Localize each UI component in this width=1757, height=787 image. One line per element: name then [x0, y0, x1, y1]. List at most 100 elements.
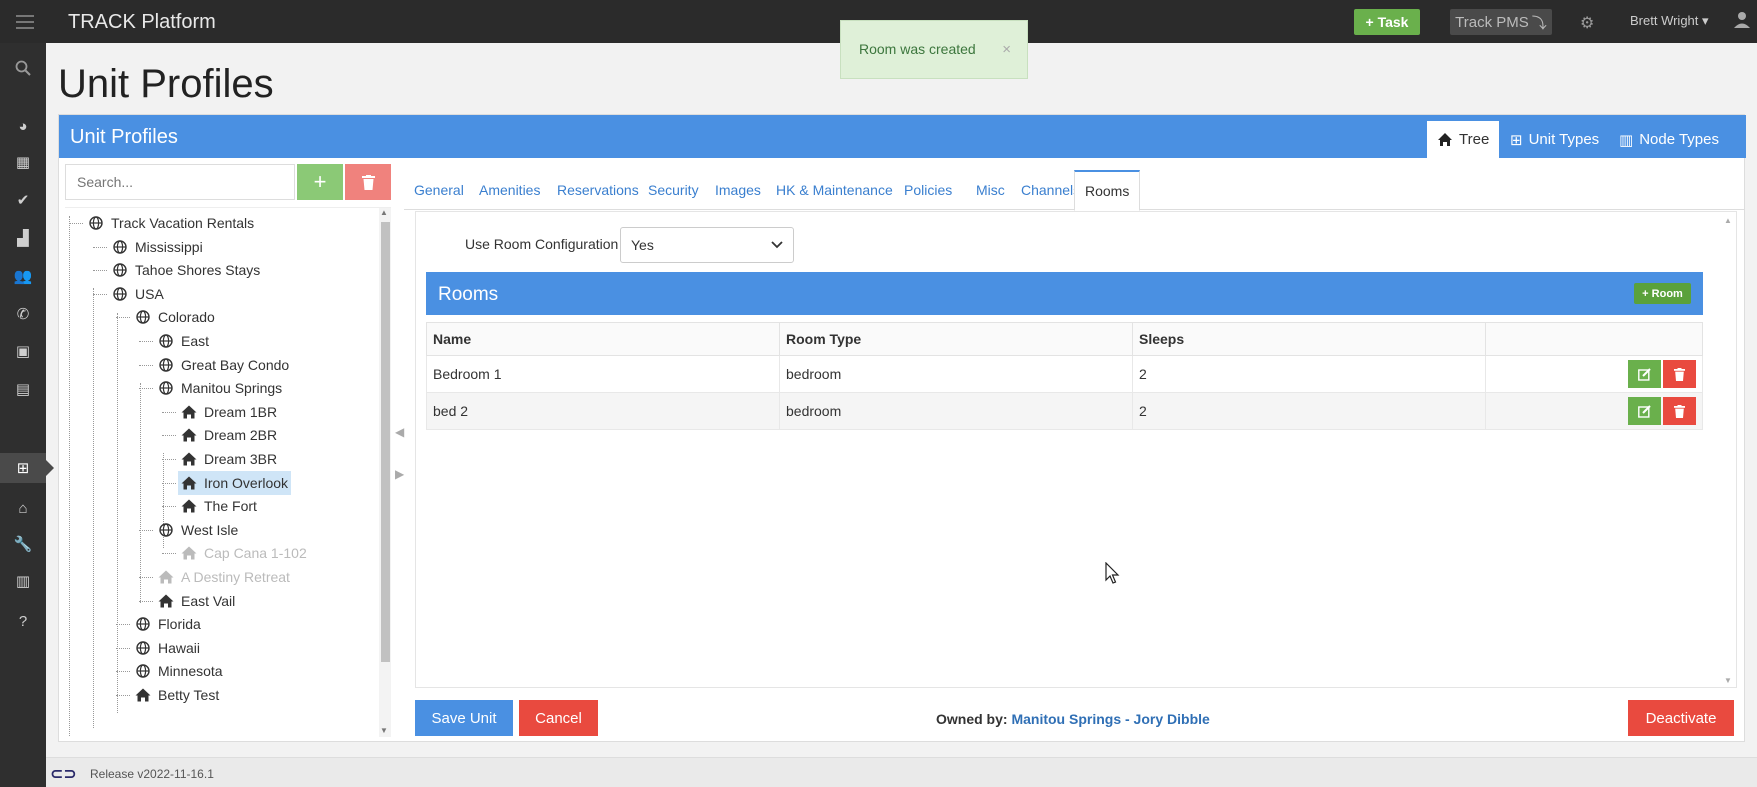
view-tab-tree[interactable]: Tree: [1427, 121, 1500, 158]
user-menu[interactable]: Brett Wright ▾: [1630, 13, 1709, 29]
room-type-cell: bedroom: [779, 392, 1133, 430]
room-sleeps-cell: 2: [1132, 355, 1486, 393]
tab-images[interactable]: Images: [705, 170, 771, 210]
tree-connector: [139, 577, 153, 578]
tree-node-label: Hawaii: [158, 639, 201, 656]
tree-node[interactable]: USA: [109, 282, 167, 306]
add-task-button[interactable]: + Task: [1354, 9, 1420, 35]
tree-scrollbar[interactable]: ▲ ▼: [379, 208, 391, 737]
user-icon[interactable]: [1733, 10, 1751, 33]
table-row: bed 2 bedroom 2: [426, 392, 1703, 430]
units-grid-icon[interactable]: ⊞: [0, 453, 54, 483]
deactivate-button[interactable]: Deactivate: [1628, 700, 1734, 736]
tree-scrollbar-thumb[interactable]: [381, 222, 390, 662]
globe-icon: [158, 381, 174, 395]
delete-room-button[interactable]: [1663, 360, 1696, 388]
chevron-down-icon: [771, 241, 783, 249]
tab-rooms[interactable]: Rooms: [1074, 170, 1141, 211]
tree-node[interactable]: Hawaii: [132, 636, 203, 660]
tab-reservations[interactable]: Reservations: [547, 170, 649, 210]
briefcase-icon[interactable]: ▤: [0, 374, 46, 404]
tree-node-label: Dream 1BR: [204, 403, 278, 420]
help-icon[interactable]: ?: [0, 606, 46, 636]
pane-splitter[interactable]: ◀ ▶: [395, 425, 404, 481]
globe-icon: [135, 641, 151, 655]
home-icon: [181, 499, 197, 513]
delete-room-button[interactable]: [1663, 397, 1696, 425]
delete-node-button[interactable]: [345, 164, 391, 200]
tab-hk-maintenance[interactable]: HK & Maintenance: [766, 170, 903, 210]
room-actions-cell: [1485, 355, 1703, 393]
scroll-down-icon[interactable]: ▼: [380, 726, 388, 735]
column-header-sleeps: Sleeps: [1132, 322, 1486, 356]
content-scrollbar[interactable]: ▲ ▼: [1720, 212, 1736, 689]
view-tab-node-types[interactable]: ▥ Node Types: [1609, 121, 1729, 158]
phone-icon[interactable]: ✆: [0, 299, 46, 329]
tree-node[interactable]: West Isle: [155, 518, 241, 542]
tree-node[interactable]: Dream 2BR: [178, 423, 280, 447]
tab-policies[interactable]: Policies: [894, 170, 962, 210]
tree-search-input[interactable]: [65, 164, 295, 200]
check-circle-icon[interactable]: ✔: [0, 185, 46, 215]
tree-node[interactable]: Iron Overlook: [178, 470, 292, 495]
tab-security[interactable]: Security: [638, 170, 709, 210]
tree-connector: [162, 482, 176, 484]
tree-node[interactable]: Minnesota: [132, 659, 226, 683]
tree-connector: [139, 364, 153, 366]
wrench-icon[interactable]: 🔧: [0, 529, 46, 559]
tree-node[interactable]: Florida: [132, 612, 204, 636]
tree-node[interactable]: Dream 3BR: [178, 447, 280, 471]
edit-room-button[interactable]: [1628, 360, 1661, 388]
area-chart-icon[interactable]: ▟: [0, 223, 46, 253]
cancel-button[interactable]: Cancel: [519, 700, 598, 736]
users-icon[interactable]: 👥: [0, 261, 46, 291]
home-icon: [181, 476, 197, 490]
tab-general[interactable]: General: [404, 170, 474, 210]
scroll-up-icon[interactable]: ▲: [380, 208, 388, 217]
home-icon[interactable]: ⌂: [0, 493, 46, 523]
tree-connector: [93, 293, 107, 295]
dashboard-icon[interactable]: ◕: [0, 111, 46, 141]
gear-icon[interactable]: ⚙: [1580, 13, 1594, 33]
rooms-title: Rooms: [438, 284, 499, 305]
tree-node[interactable]: Betty Test: [132, 683, 222, 707]
tree-node[interactable]: East Vail: [155, 589, 238, 613]
money-icon[interactable]: ▣: [0, 336, 46, 366]
scroll-down-icon[interactable]: ▼: [1724, 676, 1732, 685]
tree-node[interactable]: Mississippi: [109, 235, 206, 259]
tree-node[interactable]: East: [155, 329, 212, 353]
view-tab-unit-types[interactable]: ⊞ Unit Types: [1500, 121, 1609, 158]
release-version: Release v2022-11-16.1: [90, 767, 214, 781]
tree-node[interactable]: A Destiny Retreat: [155, 565, 293, 589]
tree-node[interactable]: The Fort: [178, 494, 260, 518]
tree-node[interactable]: Colorado: [132, 305, 218, 329]
map-icon: ▥: [1619, 131, 1634, 149]
tree-connector: [116, 317, 130, 319]
menu-icon[interactable]: [12, 12, 38, 32]
app-title[interactable]: TRACK Platform: [68, 11, 216, 34]
save-unit-button[interactable]: Save Unit: [415, 700, 513, 736]
tree-node[interactable]: Tahoe Shores Stays: [109, 258, 263, 282]
page-title: Unit Profiles: [58, 62, 274, 106]
edit-room-button[interactable]: [1628, 397, 1661, 425]
owner-link[interactable]: Manitou Springs - Jory Dibble: [1011, 711, 1209, 727]
room-config-select[interactable]: Yes: [620, 227, 794, 263]
globe-icon: [88, 216, 104, 230]
tree-node[interactable]: Manitou Springs: [155, 376, 285, 400]
add-room-button[interactable]: + Room: [1634, 283, 1691, 304]
add-node-button[interactable]: +: [297, 164, 343, 200]
scroll-up-icon[interactable]: ▲: [1724, 216, 1732, 225]
toast-message: Room was created: [859, 41, 976, 57]
tree-node[interactable]: Cap Cana 1-102: [178, 541, 310, 565]
bar-chart-icon[interactable]: ▥: [0, 566, 46, 596]
search-icon[interactable]: [0, 53, 46, 83]
tree-node[interactable]: Track Vacation Rentals: [85, 211, 257, 235]
track-pms-button[interactable]: Track PMS ⤵: [1450, 9, 1552, 35]
calendar-icon[interactable]: ▦: [0, 147, 46, 177]
tab-amenities[interactable]: Amenities: [469, 170, 550, 210]
tree-node[interactable]: Great Bay Condo: [155, 353, 292, 377]
tab-misc[interactable]: Misc: [966, 170, 1015, 210]
globe-icon: [112, 239, 128, 254]
tree-node[interactable]: Dream 1BR: [178, 400, 280, 424]
close-icon[interactable]: ×: [1002, 41, 1011, 58]
